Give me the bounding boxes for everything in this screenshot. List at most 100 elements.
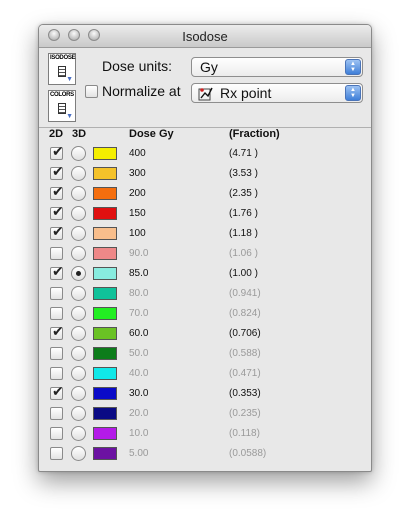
color-swatch[interactable]: [93, 367, 117, 380]
rx-point-icon: [198, 87, 213, 101]
show-3d-radio[interactable]: [71, 186, 86, 201]
fraction-value: (0.941): [229, 288, 261, 299]
table-row: 150 (1.76 ): [39, 203, 371, 224]
show-2d-checkbox[interactable]: [50, 383, 64, 400]
dose-value: 60.0: [129, 328, 149, 339]
color-swatch[interactable]: [93, 447, 117, 460]
color-swatch[interactable]: [93, 227, 117, 240]
color-swatch[interactable]: [93, 427, 117, 440]
show-3d-radio[interactable]: [71, 406, 86, 421]
table-row: 30.0 (0.353): [39, 383, 371, 404]
dose-value: 400: [129, 148, 146, 159]
dose-value: 90.0: [129, 248, 149, 259]
fraction-value: (0.706): [229, 328, 261, 339]
table-row: 20.0 (0.235): [39, 404, 371, 424]
show-2d-checkbox[interactable]: [50, 323, 64, 340]
table-row: 80.0 (0.941): [39, 284, 371, 304]
color-swatch[interactable]: [93, 247, 117, 260]
show-3d-radio[interactable]: [71, 166, 86, 181]
color-swatch[interactable]: [93, 307, 117, 320]
dose-value: 300: [129, 168, 146, 179]
title-bar[interactable]: Isodose: [39, 25, 371, 48]
show-2d-checkbox[interactable]: [50, 287, 63, 300]
dose-value: 200: [129, 188, 146, 199]
dose-units-select[interactable]: Gy ▲ ▼: [191, 57, 363, 77]
color-swatch[interactable]: [93, 407, 117, 420]
dose-value: 50.0: [129, 348, 149, 359]
dose-value: 30.0: [129, 388, 149, 399]
show-3d-radio[interactable]: [71, 266, 86, 281]
popup-arrows-icon: ▲ ▼: [345, 59, 361, 75]
color-swatch[interactable]: [93, 327, 117, 340]
colors-menu-label: COLORS: [50, 92, 74, 98]
popup-arrows-icon: ▲ ▼: [345, 85, 361, 101]
normalize-checkbox[interactable]: [85, 85, 98, 98]
fraction-value: (0.471): [229, 368, 261, 379]
show-3d-radio[interactable]: [71, 246, 86, 261]
fraction-value: (1.06 ): [229, 248, 258, 259]
show-3d-radio[interactable]: [71, 286, 86, 301]
normalize-at-select[interactable]: Rx point ▲ ▼: [191, 83, 363, 103]
show-2d-checkbox[interactable]: [50, 223, 64, 240]
show-3d-radio[interactable]: [71, 306, 86, 321]
fraction-value: (4.71 ): [229, 148, 258, 159]
show-3d-radio[interactable]: [71, 366, 86, 381]
show-3d-radio[interactable]: [71, 226, 86, 241]
table-row: 300 (3.53 ): [39, 163, 371, 184]
show-2d-checkbox[interactable]: [50, 367, 63, 380]
colors-menu-button[interactable]: COLORS ▼: [48, 90, 76, 122]
table-row: 50.0 (0.588): [39, 344, 371, 364]
dose-units-label: Dose units:: [102, 58, 173, 74]
table-row: 200 (2.35 ): [39, 183, 371, 204]
show-3d-radio[interactable]: [71, 146, 86, 161]
show-3d-radio[interactable]: [71, 446, 86, 461]
color-swatch[interactable]: [93, 147, 117, 160]
show-3d-radio[interactable]: [71, 426, 86, 441]
show-2d-checkbox[interactable]: [50, 183, 64, 200]
color-swatch[interactable]: [93, 387, 117, 400]
dose-value: 80.0: [129, 288, 149, 299]
toolbar: ISODOSE ▼ COLORS ▼ Dose units: Gy ▲ ▼ Nor…: [39, 48, 371, 128]
fraction-value: (0.588): [229, 348, 261, 359]
show-2d-checkbox[interactable]: [50, 263, 64, 280]
show-2d-checkbox[interactable]: [50, 307, 63, 320]
color-swatch[interactable]: [93, 287, 117, 300]
dose-value: 100: [129, 228, 146, 239]
show-2d-checkbox[interactable]: [50, 347, 63, 360]
dose-units-value: Gy: [200, 59, 218, 75]
dose-value: 10.0: [129, 428, 149, 439]
fraction-value: (2.35 ): [229, 188, 258, 199]
color-swatch[interactable]: [93, 187, 117, 200]
show-2d-checkbox[interactable]: [50, 163, 64, 180]
isodose-menu-label: ISODOSE: [50, 55, 76, 61]
window-title: Isodose: [182, 29, 228, 44]
header-2d: 2D: [49, 128, 64, 140]
fraction-value: (1.18 ): [229, 228, 258, 239]
show-3d-radio[interactable]: [71, 346, 86, 361]
fraction-value: (0.353): [229, 388, 261, 399]
color-swatch[interactable]: [93, 167, 117, 180]
isodose-menu-button[interactable]: ISODOSE ▼: [48, 53, 76, 85]
normalize-at-value: Rx point: [220, 85, 272, 101]
table-row: 60.0 (0.706): [39, 323, 371, 344]
show-2d-checkbox[interactable]: [50, 427, 63, 440]
document-list-icon: [58, 66, 66, 77]
color-swatch[interactable]: [93, 347, 117, 360]
document-list-icon: [58, 103, 66, 114]
show-2d-checkbox[interactable]: [50, 247, 63, 260]
dose-value: 5.00: [129, 448, 149, 459]
dose-value: 70.0: [129, 308, 149, 319]
show-3d-radio[interactable]: [71, 386, 86, 401]
color-swatch[interactable]: [93, 207, 117, 220]
color-swatch[interactable]: [93, 267, 117, 280]
show-3d-radio[interactable]: [71, 326, 86, 341]
fraction-value: (0.235): [229, 408, 261, 419]
show-2d-checkbox[interactable]: [50, 203, 64, 220]
show-2d-checkbox[interactable]: [50, 143, 64, 160]
show-2d-checkbox[interactable]: [50, 407, 63, 420]
header-fraction: (Fraction): [229, 128, 280, 140]
table-row: 400 (4.71 ): [39, 143, 371, 164]
fraction-value: (0.0588): [229, 448, 267, 459]
show-2d-checkbox[interactable]: [50, 447, 63, 460]
show-3d-radio[interactable]: [71, 206, 86, 221]
